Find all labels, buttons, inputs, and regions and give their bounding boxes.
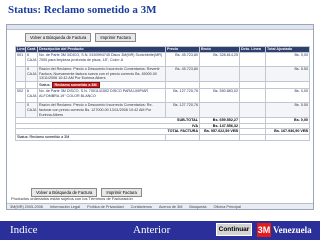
line-discount [239, 52, 266, 67]
line-number: 002 [15, 88, 26, 104]
line-price: Bs. 45.723,80 [165, 52, 200, 67]
status-label: Status: [39, 82, 51, 87]
table-row: 001 6 CAJA No. de Parte 3M 3/DICO, S.N. 5… [15, 52, 310, 67]
qty-value: 0 [27, 67, 30, 71]
line-number: 001 [15, 52, 26, 67]
claim-price: Bs. 127.720,76 [165, 102, 200, 119]
bottom-status-row: Status: Reclamo sometido a 3M [15, 133, 310, 141]
claim-description: Razón del Reclamo: Precio o Descuento In… [37, 102, 166, 119]
claim-row: 0 CAJA Razón del Reclamo: Precio o Descue… [15, 66, 310, 82]
footer-link-contact[interactable]: Contáctenos [131, 205, 152, 209]
country-label: Venezuela [273, 225, 312, 235]
claim-description: Razón del Reclamo: Precio o Descuento In… [37, 66, 166, 82]
footer-link-legal[interactable]: Información Legal [50, 205, 80, 209]
line-gross: Bs. 328.614,25 [199, 52, 240, 67]
previous-link[interactable]: Anterior [133, 224, 170, 236]
unit-value: CAJA [27, 93, 37, 98]
claim-row: 0 CAJA Razón del Reclamo: Precio o Descue… [15, 102, 310, 119]
unit-value: CAJA [27, 71, 37, 76]
print-invoice-button[interactable]: Imprimir Factura [95, 33, 136, 42]
claim-total: Bs. 5.50 [265, 66, 310, 82]
total-value: Bs. 957.022,59 VEB [199, 128, 240, 135]
bottom-status-cell: Status: Reclamo sometido a 3M [15, 133, 166, 141]
status-badge: Reclamo sometido a 3M [51, 82, 100, 88]
line-description: No. de Parte 3M 3/DICO, S.N. 5150994745 … [37, 52, 166, 67]
line-total: Bs. 0,00 [265, 88, 310, 104]
line-description: No. de Parte 3M DISCO, S.N. 7001141592 D… [37, 88, 166, 104]
continue-button[interactable]: Continuar [216, 223, 252, 236]
line-qty: 6 CAJA [25, 52, 38, 67]
line-total: Bs. 0,00 [265, 52, 310, 67]
invoice-table: Línea Cant. Descripción del Producto Pre… [15, 46, 310, 141]
claim-qty: 0 CAJA [25, 66, 38, 82]
footer-link-search[interactable]: Búsqueda [189, 205, 206, 209]
page-title: Status: Reclamo sometido a 3M [8, 4, 157, 16]
top-button-row: Volver a Búsqueda de Factura Imprimir Fa… [7, 30, 313, 44]
status-value: Reclamo sometido a 3M [29, 134, 70, 139]
footer-link-main-office[interactable]: Oficina Principal [214, 205, 241, 209]
unit-value: CAJA [27, 57, 37, 62]
line-qty: 6 CAJA [25, 88, 38, 104]
footer-link-about[interactable]: Acerca de 3M [159, 205, 182, 209]
status-label: Status: [17, 134, 29, 139]
copyright-text: 3M(MR) 2005-2006 [10, 205, 43, 209]
unit-value: CAJA [27, 107, 37, 112]
claim-price: Bs. 45.723,80 [165, 66, 200, 82]
line-discount [239, 88, 266, 104]
table-row: 002 6 CAJA No. de Parte 3M DISCO, S.N. 70… [15, 88, 310, 104]
qty-value: 6 [27, 53, 30, 58]
qty-value: 6 [27, 89, 30, 94]
screenshot-panel: Volver a Búsqueda de Factura Imprimir Fa… [6, 24, 314, 210]
back-to-search-button[interactable]: Volver a Búsqueda de Factura [25, 33, 92, 42]
index-link[interactable]: Indice [10, 224, 37, 236]
line-price: Bs. 127.720,76 [165, 88, 200, 104]
terms-note: Productos ordenados están sujetos con lo… [11, 196, 133, 201]
line-gross: Bs. 550.883,02 [199, 88, 240, 104]
claim-qty: 0 CAJA [25, 102, 38, 119]
status-row: Status: Reclamo sometido a 3M [15, 80, 310, 90]
claim-total: Bs. 5.50 [265, 102, 310, 119]
qty-value: 0 [27, 103, 30, 108]
status-cell: Status: Reclamo sometido a 3M [37, 80, 166, 90]
3m-logo: 3M [257, 223, 271, 237]
footer-link-privacy[interactable]: Política de Privacidad [87, 205, 124, 209]
site-footer: 3M(MR) 2005-2006 Información Legal Polít… [7, 203, 313, 209]
slide-nav-bar: Indice Anterior Continuar 3M Venezuela [0, 221, 320, 240]
